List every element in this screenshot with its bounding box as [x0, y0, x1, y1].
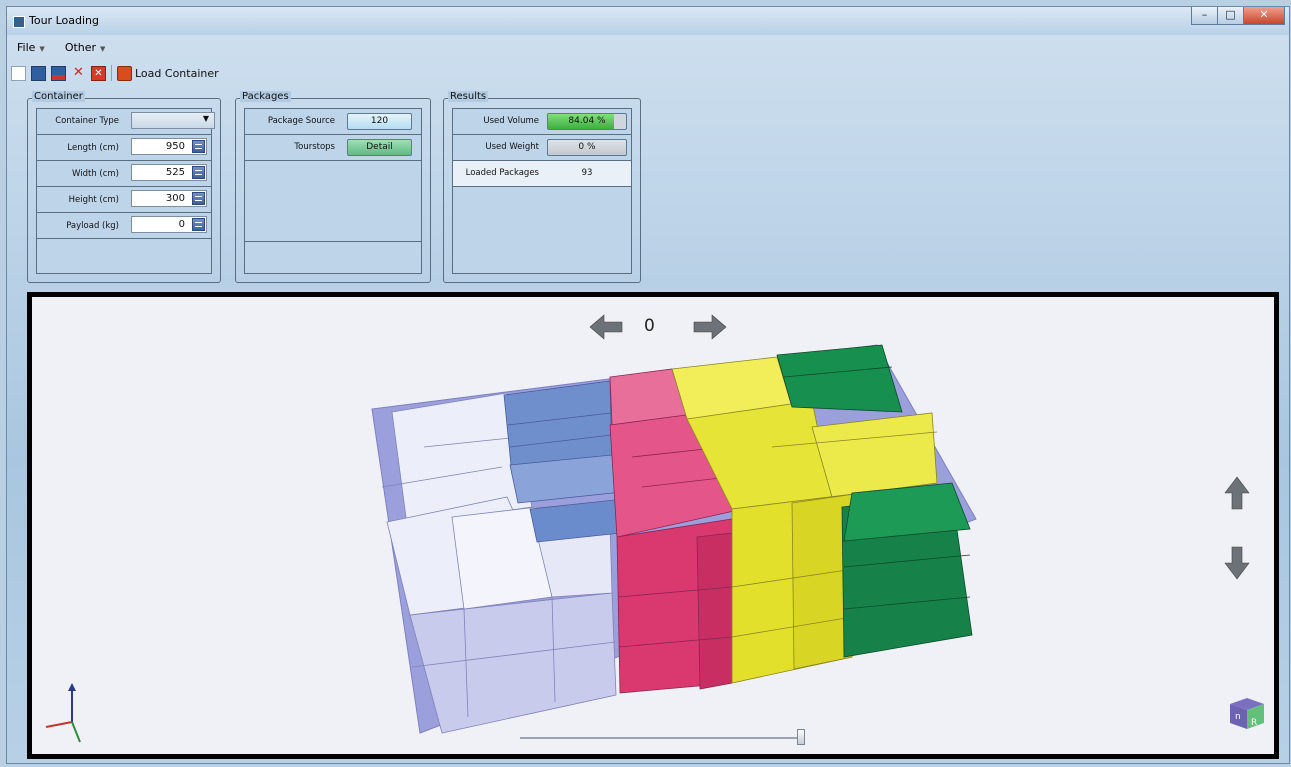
load-container-label: Load Container	[135, 66, 219, 80]
title-bar[interactable]: Tour Loading – □ ✕	[7, 7, 1289, 35]
maximize-button[interactable]: □	[1217, 7, 1243, 25]
chevron-down-icon: ▼	[202, 114, 209, 123]
spinner-button[interactable]	[192, 166, 205, 179]
loaded-packages-value: 93	[581, 168, 593, 178]
width-spinner[interactable]: 525	[131, 164, 207, 181]
cancel-icon[interactable]: ✕	[91, 65, 106, 81]
orientation-cube-icon[interactable]: n R	[1230, 698, 1264, 729]
used-weight-bar: 0 %	[547, 139, 627, 156]
container-3d-view[interactable]: n R 0	[27, 292, 1279, 759]
toolbar-separator	[111, 65, 112, 81]
cube-face-label-top: n	[1235, 712, 1241, 722]
packages-group-title: Packages	[240, 91, 291, 102]
menu-other-label: Other	[64, 41, 97, 54]
used-volume-bar: 84.04 %	[547, 113, 627, 130]
save-as-icon[interactable]	[51, 65, 66, 81]
payload-value: 0	[178, 219, 185, 230]
length-spinner[interactable]: 950	[131, 138, 207, 155]
container-group: Container Container Type ▼ Length (cm) 9…	[27, 91, 221, 283]
save-icon[interactable]	[31, 65, 46, 81]
tourstops-label: Tourstops	[294, 142, 335, 152]
cube-face-label-right: R	[1251, 718, 1257, 728]
toolbar: ✕ ✕ Load Container	[11, 62, 219, 84]
payload-label: Payload (kg)	[66, 221, 119, 231]
package-source-button[interactable]: 120	[347, 113, 412, 130]
loaded-packages-label: Loaded Packages	[465, 168, 539, 178]
results-group-title: Results	[448, 91, 489, 102]
axes-indicator	[45, 683, 81, 743]
app-icon	[13, 16, 25, 28]
menu-file[interactable]: File ▼	[7, 39, 55, 57]
spinner-button[interactable]	[192, 218, 205, 231]
load-container-icon	[117, 65, 132, 81]
payload-spinner[interactable]: 0	[131, 216, 207, 233]
previous-stop-arrow-icon[interactable]	[589, 314, 623, 340]
spinner-button[interactable]	[192, 192, 205, 205]
length-value: 950	[165, 141, 185, 152]
chevron-down-icon: ▼	[100, 45, 106, 53]
spinner-button[interactable]	[192, 140, 205, 153]
used-weight-label: Used Weight	[485, 142, 539, 152]
delete-icon[interactable]: ✕	[71, 65, 86, 81]
menu-file-label: File	[17, 41, 36, 54]
window-title: Tour Loading	[29, 14, 99, 27]
results-group: Results Used Volume 84.04 % Used Weight …	[443, 91, 641, 283]
next-stop-arrow-icon[interactable]	[693, 314, 727, 340]
height-label: Height (cm)	[68, 195, 119, 205]
app-window: Tour Loading – □ ✕ File ▼ Other ▼ ✕ ✕ Load…	[6, 6, 1290, 764]
package-source-label: Package Source	[267, 116, 335, 126]
height-value: 300	[165, 193, 185, 204]
used-volume-value: 84.04 %	[568, 116, 606, 126]
load-container-button[interactable]: Load Container	[117, 65, 219, 81]
length-label: Length (cm)	[67, 143, 119, 153]
container-type-label: Container Type	[55, 116, 119, 126]
tour-stop-index: 0	[644, 316, 655, 336]
packages-group: Packages Package Source 120 Tourstops De…	[235, 91, 431, 283]
menu-bar: File ▼ Other ▼	[7, 39, 115, 57]
width-label: Width (cm)	[72, 169, 119, 179]
container-3d-canvas[interactable]: n R	[32, 297, 1274, 754]
used-volume-label: Used Volume	[483, 116, 539, 126]
move-up-arrow-icon[interactable]	[1224, 476, 1250, 510]
menu-other[interactable]: Other ▼	[55, 39, 116, 57]
container-type-select[interactable]: ▼	[131, 112, 215, 129]
minimize-button[interactable]: –	[1191, 7, 1217, 25]
new-file-icon[interactable]	[11, 65, 26, 81]
stop-slider-track[interactable]	[520, 737, 800, 739]
tourstops-detail-button[interactable]: Detail	[347, 139, 412, 156]
height-spinner[interactable]: 300	[131, 190, 207, 207]
close-button[interactable]: ✕	[1243, 7, 1285, 25]
stop-slider-thumb[interactable]	[797, 729, 805, 745]
move-down-arrow-icon[interactable]	[1224, 546, 1250, 580]
container-group-title: Container	[32, 91, 85, 102]
width-value: 525	[165, 167, 185, 178]
chevron-down-icon: ▼	[39, 45, 45, 53]
